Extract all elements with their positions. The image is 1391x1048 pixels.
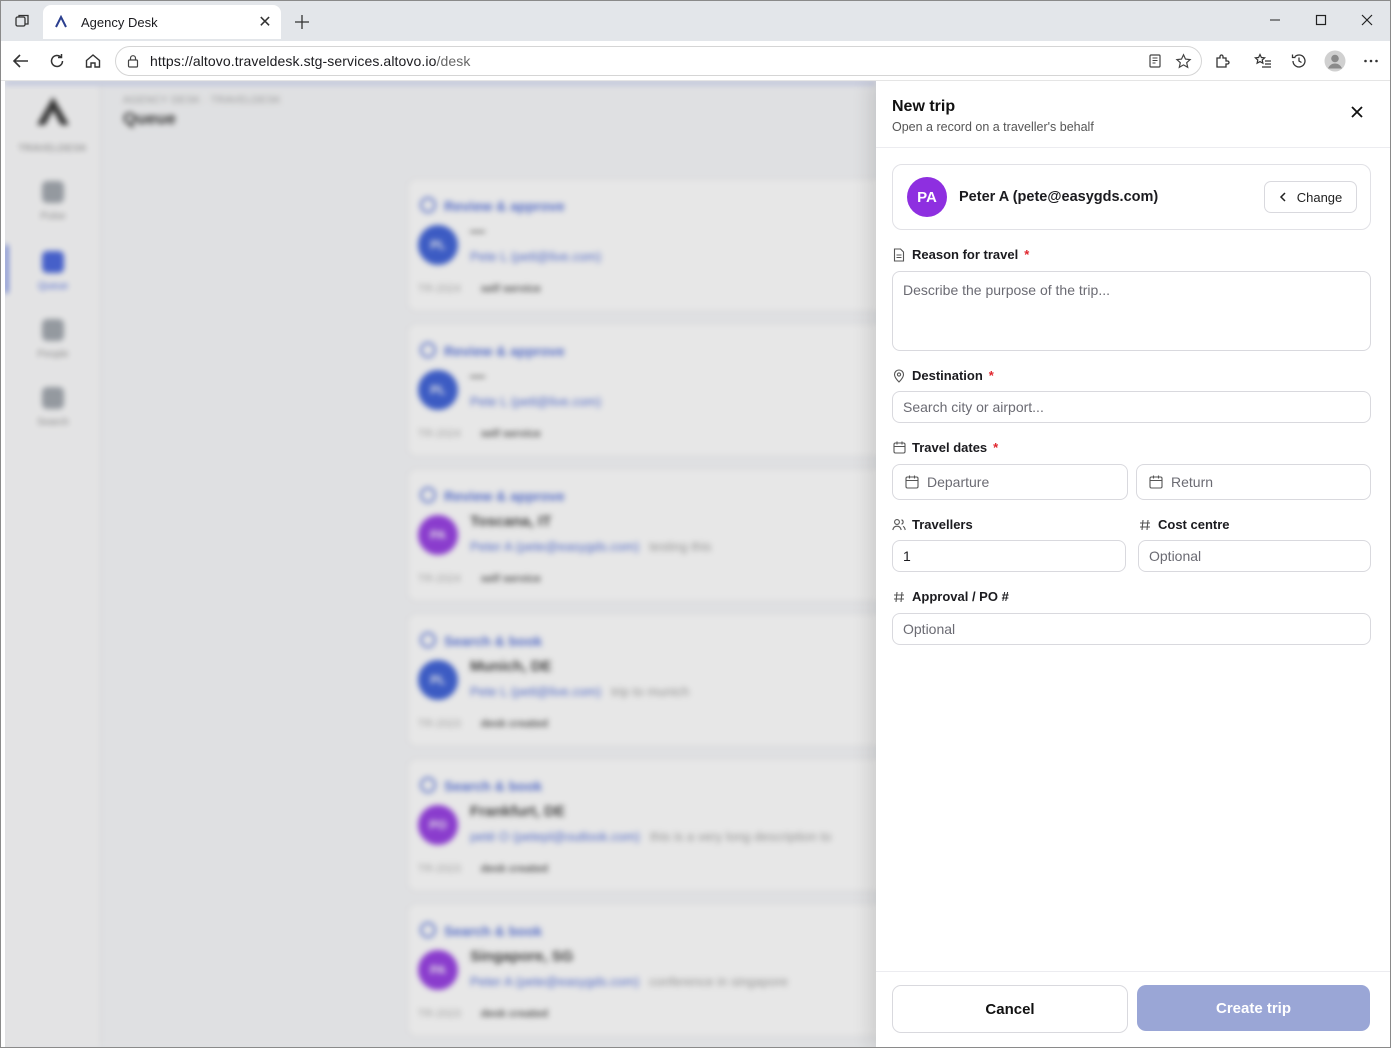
hash-icon <box>892 590 906 604</box>
browser-tab[interactable]: Agency Desk ✕ <box>43 5 281 39</box>
refresh-button[interactable] <box>42 47 72 75</box>
back-arrow-icon <box>12 54 28 68</box>
calendar-icon <box>905 475 919 489</box>
plus-icon <box>295 15 309 29</box>
tab-title: Agency Desk <box>81 14 158 30</box>
tab-actions-icon <box>15 14 29 27</box>
travel-dates-label-text: Travel dates <box>912 440 988 455</box>
profile-avatar-icon <box>1324 50 1346 72</box>
minimize-button[interactable] <box>1252 5 1298 35</box>
destination-input[interactable] <box>892 391 1371 423</box>
modal-backdrop[interactable] <box>5 81 876 1047</box>
travel-dates-label: Travel dates * <box>892 440 998 455</box>
drawer-title: New trip <box>892 98 956 115</box>
close-window-button[interactable] <box>1344 5 1390 35</box>
travellers-input[interactable] <box>892 540 1126 572</box>
cost-centre-label-text: Cost centre <box>1158 517 1230 532</box>
create-trip-button[interactable]: Create trip <box>1137 985 1370 1031</box>
required-marker: * <box>1024 247 1030 262</box>
browser-toolbar: https://altovo.traveldesk.stg-services.a… <box>1 41 1390 81</box>
calendar-icon <box>1149 475 1163 489</box>
refresh-icon <box>50 54 64 68</box>
profile-button[interactable] <box>1320 47 1350 75</box>
maximize-icon <box>1315 14 1327 26</box>
close-icon <box>1351 106 1363 118</box>
drawer-close-button[interactable] <box>1344 99 1370 125</box>
change-label: Change <box>1296 189 1343 205</box>
change-traveller-button[interactable]: Change <box>1264 181 1357 213</box>
approval-po-label-text: Approval / PO # <box>912 589 1009 604</box>
settings-more-button[interactable] <box>1356 47 1386 75</box>
cancel-button[interactable]: Cancel <box>892 985 1128 1033</box>
return-placeholder: Return <box>1171 474 1214 490</box>
puzzle-icon <box>1216 54 1230 68</box>
new-tab-button[interactable] <box>289 9 315 35</box>
required-marker: * <box>993 440 999 455</box>
required-marker: * <box>988 368 994 383</box>
history-button[interactable] <box>1284 47 1314 75</box>
favorites-button[interactable] <box>1248 47 1278 75</box>
maximize-button[interactable] <box>1298 5 1344 35</box>
tab-close-icon[interactable]: ✕ <box>253 10 277 34</box>
chevron-left-icon <box>1279 192 1287 202</box>
return-date-button[interactable]: Return <box>1136 464 1371 500</box>
tab-actions-button[interactable] <box>9 8 35 34</box>
address-bar[interactable]: https://altovo.traveldesk.stg-services.a… <box>115 46 1202 76</box>
travellers-label: Travellers <box>892 517 973 532</box>
reason-textarea[interactable] <box>892 271 1371 351</box>
url-path: /desk <box>436 53 471 69</box>
page-content: TRAVELDESK Pulse Queue People Search AGE… <box>5 81 1390 1047</box>
approval-po-input[interactable] <box>892 613 1371 645</box>
home-button[interactable] <box>78 47 108 75</box>
departure-placeholder: Departure <box>927 474 990 490</box>
browser-window: Agency Desk ✕ https://altovo.traveldesk.… <box>0 0 1391 1048</box>
lock-icon <box>127 55 139 68</box>
travellers-label-text: Travellers <box>912 517 973 532</box>
new-trip-drawer: New trip Open a record on a traveller's … <box>876 81 1390 1047</box>
departure-date-button[interactable]: Departure <box>892 464 1128 500</box>
hash-icon <box>1138 518 1152 532</box>
home-icon <box>85 54 101 68</box>
altovo-favicon-icon <box>53 14 69 30</box>
drawer-subtitle: Open a record on a traveller's behalf <box>892 120 1094 134</box>
drawer-footer: Cancel Create trip <box>876 971 1390 1047</box>
more-dots-icon <box>1364 59 1378 63</box>
favorite-star-icon[interactable] <box>1171 49 1195 73</box>
reader-mode-icon[interactable] <box>1143 49 1167 73</box>
approval-po-label: Approval / PO # <box>892 589 1009 604</box>
users-icon <box>892 518 906 532</box>
calendar-icon <box>892 441 906 455</box>
document-icon <box>892 247 906 262</box>
cost-centre-label: Cost centre <box>1138 517 1230 532</box>
tab-bar: Agency Desk ✕ <box>1 1 1390 41</box>
map-pin-icon <box>892 368 906 383</box>
destination-label-text: Destination <box>912 368 983 383</box>
minimize-icon <box>1270 19 1280 21</box>
traveller-name: Peter A (pete@easygds.com) <box>959 189 1159 205</box>
reason-label: Reason for travel * <box>892 247 1029 262</box>
close-window-icon <box>1361 14 1373 26</box>
selected-traveller-card: PA Peter A (pete@easygds.com) Change <box>892 164 1371 230</box>
favorites-list-icon <box>1254 53 1271 68</box>
reason-label-text: Reason for travel <box>912 247 1019 262</box>
drawer-header: New trip Open a record on a traveller's … <box>876 81 1390 148</box>
avatar: PA <box>907 177 947 217</box>
destination-label: Destination * <box>892 368 994 383</box>
cost-centre-input[interactable] <box>1138 540 1371 572</box>
url-host: https://altovo.traveldesk.stg-services.a… <box>150 53 437 69</box>
url-text: https://altovo.traveldesk.stg-services.a… <box>150 53 470 69</box>
extensions-button[interactable] <box>1207 47 1237 75</box>
back-button[interactable] <box>6 47 36 75</box>
history-icon <box>1291 54 1306 68</box>
